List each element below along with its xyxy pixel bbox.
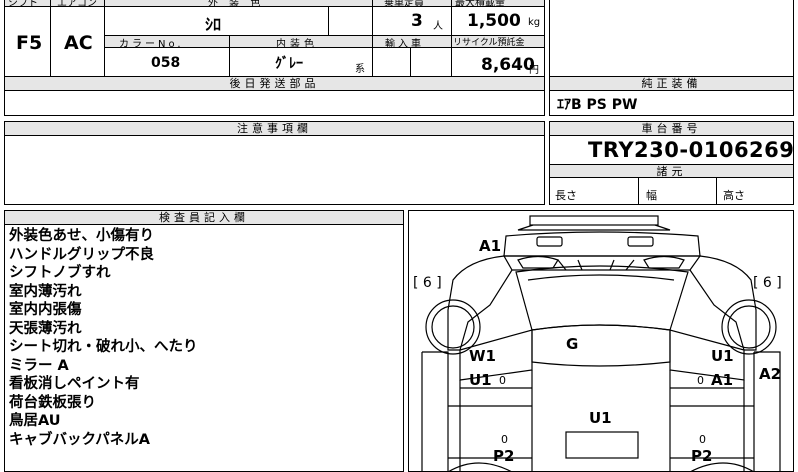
inspector-header: 検査員記入欄 <box>5 211 403 225</box>
remark-item: 看板消しペイント有 <box>9 376 140 392</box>
interior-color-suffix: 系 <box>355 64 365 75</box>
remark-item: 天張薄汚れ <box>9 320 82 337</box>
max-load-unit: kg <box>528 17 541 28</box>
remark-item: シート切れ・破れ小、へたり <box>9 339 198 355</box>
mark-w1: W1 <box>469 347 496 365</box>
aircon-value: AC <box>64 32 93 54</box>
shift-value: F5 <box>16 32 43 54</box>
max-load-header: 最大積載量 <box>455 0 505 9</box>
top-right-box <box>549 0 794 78</box>
color-no-value: 058 <box>151 55 181 71</box>
notes-box: 注意事項欄 <box>4 121 545 205</box>
mark-u1-right: U1 <box>711 347 734 365</box>
capacity-header: 乗車定員 <box>384 0 424 9</box>
aircon-header: エアコン <box>57 0 97 9</box>
genuine-equipment-box: 純正装備 ｴｱB PS PW <box>549 76 794 116</box>
mark-a2: A2 <box>759 365 782 383</box>
mark-zero-bottom-right: 0 <box>699 433 706 446</box>
mark-bracket-left: [ 6 ] <box>413 275 442 291</box>
notes-header: 注意事項欄 <box>5 122 544 136</box>
max-load-value: 1,500 <box>467 11 521 31</box>
remark-item: 鳥居AU <box>9 413 61 429</box>
vehicle-diagram-box: A1 [ 6 ] [ 6 ] G W1 U1 0 U1 0 A1 A2 U1 0… <box>408 210 794 472</box>
capacity-value: 3 <box>411 11 423 31</box>
mark-zero-left: 0 <box>499 374 506 387</box>
chassis-header: 車台番号 <box>550 122 793 136</box>
later-parts-header: 後日発送部品 <box>5 77 544 91</box>
height-label: 高さ <box>723 189 745 202</box>
remark-item: 室内内張傷 <box>9 302 82 318</box>
remark-item: ミラー A <box>9 357 69 374</box>
mark-a1-hood: A1 <box>479 237 502 255</box>
length-label: 長さ <box>555 189 577 202</box>
remark-item: シフトノブすれ <box>9 265 111 281</box>
remarks-list: 外装色あせ、小傷有り ハンドルグリップ不良 シフトノブすれ 室内薄汚れ 室内内張… <box>9 227 198 449</box>
width-label: 幅 <box>646 189 657 202</box>
import-header: 輸入車 <box>385 39 424 50</box>
mark-zero-bottom-left: 0 <box>501 433 508 446</box>
remark-item: ハンドルグリップ不良 <box>9 246 154 263</box>
color-no-header: カラーNo. <box>119 39 184 50</box>
shift-header: シフト <box>8 0 38 9</box>
interior-color-header: 内装色 <box>276 39 318 50</box>
mark-p2-right: P2 <box>691 447 713 465</box>
recycle-unit: 円 <box>529 65 539 76</box>
mark-g-roof: G <box>566 335 579 353</box>
inspector-box: 検査員記入欄 外装色あせ、小傷有り ハンドルグリップ不良 シフトノブすれ 室内薄… <box>4 210 404 472</box>
exterior-color-header: 外 装 色 <box>208 0 265 9</box>
remark-item: 外装色あせ、小傷有り <box>9 228 154 244</box>
recycle-header: リサイクル預託金 <box>453 38 525 48</box>
mark-u1-left: U1 <box>469 371 492 389</box>
mark-a1-right: A1 <box>711 371 734 389</box>
remark-item: 荷台鉄板張り <box>9 394 96 411</box>
truck-outline-diagram <box>421 215 781 472</box>
later-parts-box: 後日発送部品 <box>4 76 545 116</box>
recycle-value: 8,640 <box>481 55 535 75</box>
chassis-box: 車台番号 TRY230-0106269 諸元 長さ 幅 高さ <box>549 121 794 205</box>
remark-item: 室内薄汚れ <box>9 283 82 300</box>
mark-p2-left: P2 <box>493 447 515 465</box>
genuine-equipment-header: 純正装備 <box>550 77 793 91</box>
interior-color-value: ｸﾞﾚｰ <box>275 56 303 72</box>
mark-u1-bed: U1 <box>589 409 612 427</box>
chassis-number: TRY230-0106269 <box>588 138 795 162</box>
remark-item: キャブバックパネルA <box>9 431 150 448</box>
specs-header: 諸元 <box>550 164 793 178</box>
genuine-equipment-value: ｴｱB PS PW <box>557 97 638 113</box>
exterior-color-value: ｼﾛ <box>205 15 222 34</box>
mark-bracket-right: [ 6 ] <box>753 275 782 291</box>
capacity-unit: 人 <box>433 21 443 32</box>
mark-zero-right: 0 <box>697 374 704 387</box>
